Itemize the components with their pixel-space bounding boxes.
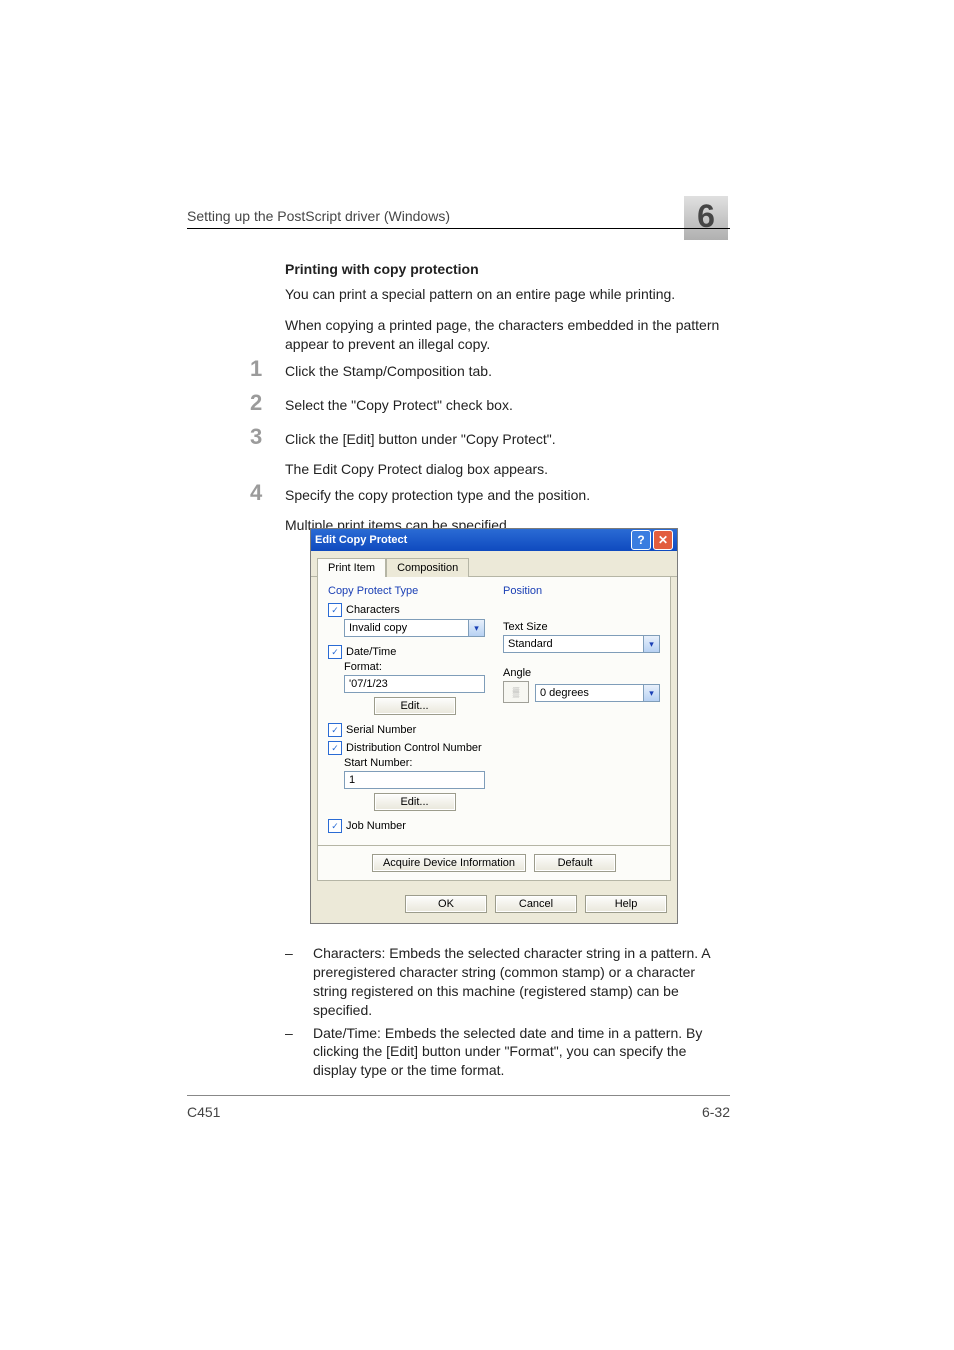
- checkbox-dcn[interactable]: ✓: [328, 741, 342, 755]
- header-rule: [187, 228, 730, 229]
- note-text: Date/Time: Embeds the selected date and …: [313, 1024, 728, 1081]
- dropdown-value: Standard: [504, 638, 643, 650]
- page-footer: C451 6-32: [187, 1095, 730, 1120]
- checkbox-serial-number[interactable]: ✓: [328, 723, 342, 737]
- checkbox-datetime[interactable]: ✓: [328, 645, 342, 659]
- field-value: '07/1/23: [345, 678, 484, 690]
- checkbox-label: Characters: [346, 604, 400, 616]
- help-button[interactable]: Help: [585, 895, 667, 913]
- dialog-edit-copy-protect: Edit Copy Protect ? ✕ Print Item Composi…: [310, 528, 678, 924]
- copy-protect-type-column: Copy Protect Type ✓ Characters Invalid c…: [328, 585, 485, 835]
- chevron-down-icon[interactable]: ▾: [468, 620, 484, 636]
- edit-dcn-button[interactable]: Edit...: [374, 793, 456, 811]
- checkbox-label: Distribution Control Number: [346, 742, 482, 754]
- format-field[interactable]: '07/1/23: [344, 675, 485, 693]
- tab-print-item[interactable]: Print Item: [317, 558, 386, 577]
- close-icon[interactable]: ✕: [653, 530, 673, 550]
- dialog-title: Edit Copy Protect: [315, 534, 407, 546]
- section-paragraph: You can print a special pattern on an en…: [285, 285, 730, 304]
- note-text: Characters: Embeds the selected characte…: [313, 944, 728, 1020]
- chevron-down-icon[interactable]: ▾: [643, 636, 659, 652]
- chapter-number-badge: 6: [684, 196, 728, 240]
- ok-button[interactable]: OK: [405, 895, 487, 913]
- checkbox-label: Job Number: [346, 820, 406, 832]
- bullet-dash: –: [285, 1024, 313, 1081]
- acquire-device-info-button[interactable]: Acquire Device Information: [372, 854, 526, 872]
- dropdown-value: Invalid copy: [345, 622, 468, 634]
- cancel-button[interactable]: Cancel: [495, 895, 577, 913]
- angle-preview-icon: ▒: [503, 681, 529, 703]
- section-body: Printing with copy protection You can pr…: [285, 260, 730, 366]
- help-icon[interactable]: ?: [631, 530, 651, 550]
- format-label: Format:: [344, 661, 485, 673]
- running-header: Setting up the PostScript driver (Window…: [187, 208, 450, 224]
- step-number: 3: [250, 424, 280, 450]
- dialog-tabs: Print Item Composition: [311, 551, 677, 577]
- dropdown-value: 0 degrees: [536, 687, 643, 699]
- chevron-down-icon[interactable]: ▾: [643, 685, 659, 701]
- checkbox-label: Date/Time: [346, 646, 396, 658]
- angle-label: Angle: [503, 667, 660, 679]
- dialog-panel: Copy Protect Type ✓ Characters Invalid c…: [317, 577, 671, 846]
- characters-dropdown[interactable]: Invalid copy ▾: [344, 619, 485, 637]
- checkbox-job-number[interactable]: ✓: [328, 819, 342, 833]
- tab-composition[interactable]: Composition: [386, 558, 469, 577]
- step-text: Specify the copy protection type and the…: [285, 486, 730, 506]
- group-label: Position: [503, 585, 660, 597]
- start-number-field[interactable]: 1: [344, 771, 485, 789]
- checkbox-label: Serial Number: [346, 724, 416, 736]
- step-text: Select the "Copy Protect" check box.: [285, 396, 730, 416]
- edit-format-button[interactable]: Edit...: [374, 697, 456, 715]
- text-size-label: Text Size: [503, 621, 660, 633]
- notes-list: – Characters: Embeds the selected charac…: [285, 944, 728, 1084]
- text-size-dropdown[interactable]: Standard ▾: [503, 635, 660, 653]
- checkbox-characters[interactable]: ✓: [328, 603, 342, 617]
- dialog-titlebar: Edit Copy Protect ? ✕: [311, 529, 677, 551]
- step-subtext: The Edit Copy Protect dialog box appears…: [285, 460, 730, 480]
- step-text: Click the [Edit] button under "Copy Prot…: [285, 430, 730, 450]
- position-column: Position Text Size Standard ▾ Angle ▒ 0 …: [503, 585, 660, 835]
- field-value: 1: [345, 774, 484, 786]
- step-number: 4: [250, 480, 280, 506]
- step-text: Click the Stamp/Composition tab.: [285, 362, 730, 382]
- footer-page-number: 6-32: [702, 1104, 730, 1120]
- step-number: 2: [250, 390, 280, 416]
- default-button[interactable]: Default: [534, 854, 616, 872]
- bullet-dash: –: [285, 944, 313, 1020]
- footer-model: C451: [187, 1104, 220, 1120]
- step-number: 1: [250, 356, 280, 382]
- group-label: Copy Protect Type: [328, 585, 485, 597]
- section-paragraph: When copying a printed page, the charact…: [285, 316, 730, 354]
- start-number-label: Start Number:: [344, 757, 485, 769]
- section-heading: Printing with copy protection: [285, 260, 730, 279]
- angle-dropdown[interactable]: 0 degrees ▾: [535, 684, 660, 702]
